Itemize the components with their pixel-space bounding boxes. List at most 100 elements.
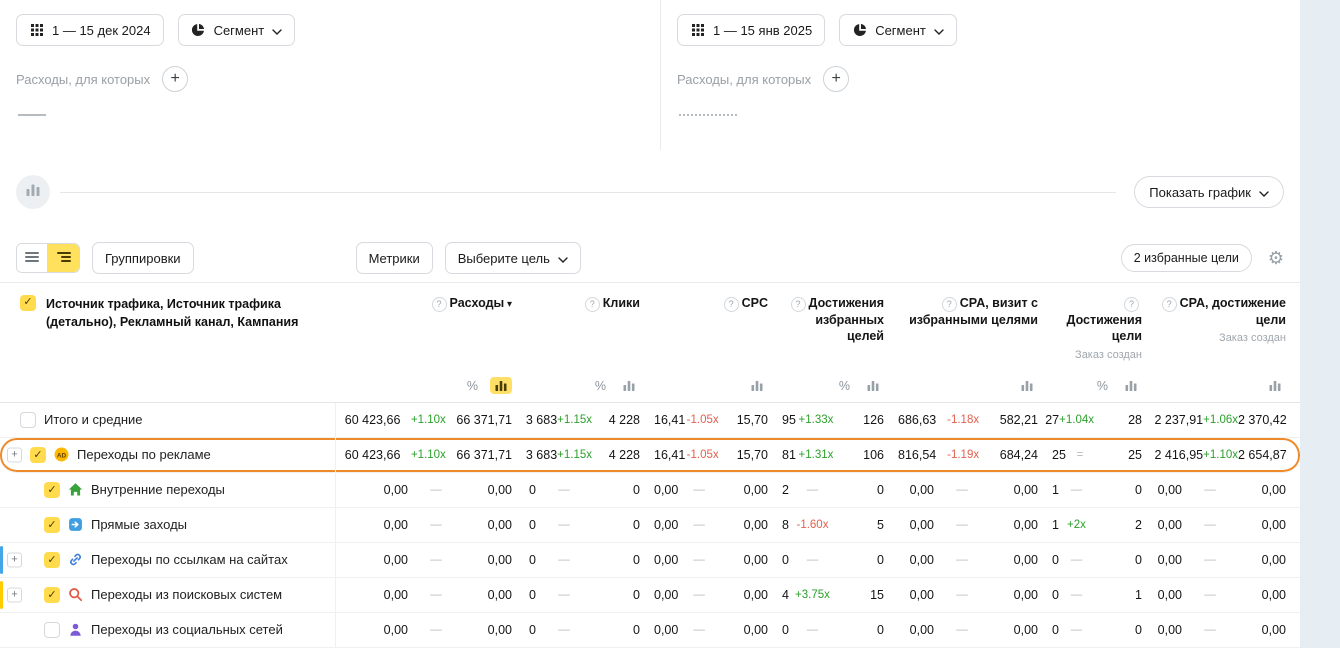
metric-cell: 0—0 bbox=[1052, 553, 1156, 567]
table-row: +✓Переходы по ссылкам на сайтах0,00—0,00… bbox=[0, 543, 1300, 578]
column-header-7[interactable]: ?CPA, достижение целиЗаказ создан bbox=[1156, 283, 1300, 362]
change-badge: +1.10x bbox=[400, 449, 456, 461]
add-expense-filter-button-b[interactable]: + bbox=[823, 66, 849, 92]
value-period-b: 0,00 bbox=[464, 588, 512, 602]
table-row: + ✓ Переходы из поисковых систем 0,00 — 0,00 0… bbox=[0, 578, 1300, 613]
change-badge: — bbox=[408, 519, 464, 531]
favorite-goals-chip[interactable]: 2 избранные цели bbox=[1121, 244, 1252, 272]
column-header-label: CPC bbox=[742, 296, 768, 310]
chart-thumbnail-button[interactable] bbox=[16, 175, 50, 209]
value-period-b: 66 371,71 bbox=[456, 413, 512, 427]
value-period-b: 4 228 bbox=[592, 448, 640, 462]
bar-chart-toggle[interactable] bbox=[862, 377, 884, 394]
bar-chart-toggle[interactable] bbox=[1120, 377, 1142, 394]
date-range-button-b[interactable]: 1 — 15 янв 2025 bbox=[677, 14, 825, 46]
change-badge: — bbox=[408, 484, 464, 496]
flat-list-view-button[interactable] bbox=[17, 244, 48, 272]
value-period-a: 686,63 bbox=[898, 413, 936, 427]
value-period-b: 0,00 bbox=[1238, 553, 1286, 567]
metric-cell: 1+2x2 bbox=[1052, 518, 1156, 532]
expand-button[interactable]: + bbox=[7, 447, 22, 462]
row-label[interactable]: Итого и средние bbox=[44, 412, 142, 427]
row-label[interactable]: Внутренние переходы bbox=[91, 482, 225, 497]
row-label[interactable]: Прямые заходы bbox=[91, 517, 187, 532]
change-badge: +1.15x bbox=[557, 414, 592, 426]
metric-cell: 0,00—0,00 bbox=[336, 623, 526, 637]
metric-cell: 0,00—0,00 bbox=[336, 553, 526, 567]
change-badge: — bbox=[789, 484, 836, 496]
bar-chart-toggle[interactable] bbox=[618, 377, 640, 394]
row-checkbox[interactable]: ✓ bbox=[44, 552, 60, 568]
value-period-a: 60 423,66 bbox=[336, 413, 400, 427]
metric-cell: 0,00—0,00 bbox=[1156, 623, 1300, 637]
row-label[interactable]: Переходы по ссылкам на сайтах bbox=[91, 552, 288, 567]
column-header-5[interactable]: ?CPA, визит с избранными целями bbox=[898, 283, 1052, 362]
chevron-down-icon bbox=[272, 23, 282, 38]
row-checkbox[interactable]: ✓ bbox=[30, 447, 46, 463]
metric-cell: 25=25 bbox=[1052, 448, 1156, 462]
value-period-b: 5 bbox=[836, 518, 884, 532]
metric-cell: 0,00—0,00 bbox=[336, 483, 526, 497]
bar-chart-toggle[interactable] bbox=[1264, 377, 1286, 394]
row-label[interactable]: Переходы из поисковых систем bbox=[91, 587, 282, 602]
bar-chart-toggle[interactable] bbox=[1016, 377, 1038, 394]
metric-cell: 0,00—0,00 bbox=[654, 623, 782, 637]
add-expense-filter-button-a[interactable]: + bbox=[162, 66, 188, 92]
hint-icon: ? bbox=[1124, 297, 1139, 312]
bar-chart-toggle[interactable] bbox=[490, 377, 512, 394]
change-badge: — bbox=[1182, 554, 1238, 566]
select-all-checkbox[interactable]: ✓ bbox=[20, 295, 36, 311]
column-header-label: CPA, достижение цели bbox=[1180, 296, 1286, 327]
sort-controls-cell: % bbox=[526, 377, 654, 394]
sort-controls-cell bbox=[898, 377, 1052, 394]
value-period-b: 0,00 bbox=[720, 588, 768, 602]
change-badge: = bbox=[1066, 449, 1094, 461]
column-header-4[interactable]: ?Достижения избранных целей bbox=[782, 283, 898, 362]
gear-icon[interactable]: ⚙ bbox=[1268, 249, 1284, 267]
table-header: ✓ Источник трафика, Источник трафика (де… bbox=[0, 282, 1300, 370]
row-checkbox[interactable]: ✓ bbox=[44, 517, 60, 533]
bar-chart-toggle[interactable] bbox=[746, 377, 768, 394]
column-header-2[interactable]: ?Клики bbox=[526, 283, 654, 362]
value-period-a: 0 bbox=[1052, 623, 1059, 637]
row-label[interactable]: Переходы по рекламе bbox=[77, 447, 211, 462]
expand-button[interactable]: + bbox=[7, 552, 22, 567]
percent-toggle[interactable]: % bbox=[1097, 379, 1108, 393]
column-header-6[interactable]: ?Достижения целиЗаказ создан bbox=[1052, 283, 1156, 362]
row-label[interactable]: Переходы из социальных сетей bbox=[91, 622, 283, 637]
show-chart-button[interactable]: Показать график bbox=[1134, 176, 1284, 208]
row-checkbox[interactable] bbox=[44, 622, 60, 638]
goal-select-button[interactable]: Выберите цель bbox=[445, 242, 581, 274]
row-checkbox[interactable]: ✓ bbox=[44, 482, 60, 498]
value-period-a: 2 bbox=[782, 483, 789, 497]
metric-cell: 0,00—0,00 bbox=[654, 553, 782, 567]
dimension-header-label: Источник трафика, Источник трафика (дета… bbox=[46, 295, 326, 331]
column-header-1[interactable]: ?Расходы ▾ bbox=[336, 283, 526, 362]
dimension-cell: Итого и средние bbox=[0, 403, 336, 437]
dimension-cell: ✓ Прямые заходы bbox=[0, 508, 336, 542]
percent-toggle[interactable]: % bbox=[595, 379, 606, 393]
groupings-button[interactable]: Группировки bbox=[92, 242, 194, 274]
column-header-label: Достижения цели bbox=[1067, 313, 1142, 343]
value-period-a: 0,00 bbox=[898, 588, 934, 602]
expand-button[interactable]: + bbox=[7, 587, 22, 602]
change-badge: — bbox=[536, 589, 592, 601]
row-checkbox[interactable]: ✓ bbox=[44, 587, 60, 603]
percent-toggle[interactable]: % bbox=[467, 379, 478, 393]
metric-cell: 2—0 bbox=[782, 483, 898, 497]
chevron-down-icon bbox=[1259, 185, 1269, 200]
date-range-button-a[interactable]: 1 — 15 дек 2024 bbox=[16, 14, 164, 46]
column-header-3[interactable]: ?CPC bbox=[654, 283, 782, 362]
segment-button-b[interactable]: Сегмент bbox=[839, 14, 957, 46]
change-badge: +1.06x bbox=[1203, 414, 1238, 426]
metrics-button[interactable]: Метрики bbox=[356, 242, 433, 274]
hint-icon: ? bbox=[585, 297, 600, 312]
metric-cell: 0—0 bbox=[526, 553, 654, 567]
social-icon bbox=[68, 622, 83, 637]
segment-button-a[interactable]: Сегмент bbox=[178, 14, 296, 46]
value-period-a: 0 bbox=[782, 553, 789, 567]
row-checkbox[interactable] bbox=[20, 412, 36, 428]
percent-toggle[interactable]: % bbox=[839, 379, 850, 393]
tree-view-button[interactable] bbox=[48, 244, 79, 272]
table-row: +✓ADПереходы по рекламе60 423,66+1.10x66… bbox=[0, 438, 1300, 473]
